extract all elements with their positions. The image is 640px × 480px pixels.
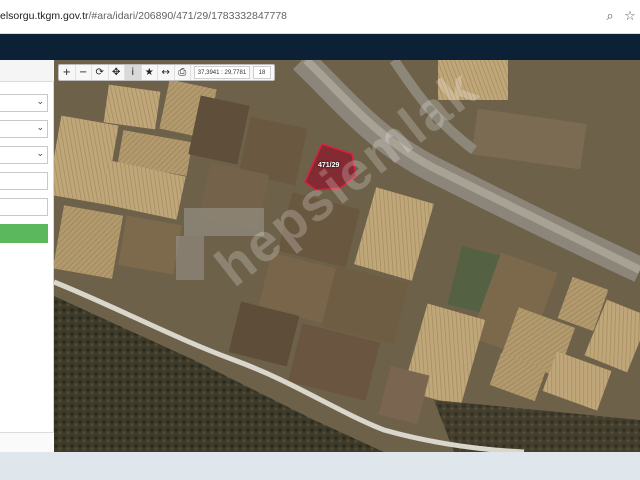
coordinate-readout: 37,3941 : 29,7781 [194,66,250,79]
measure-icon[interactable]: ↔ [158,65,175,80]
chevron-down-icon: ⌄ [36,97,44,107]
query-button[interactable] [0,224,48,243]
zoom-icon[interactable]: ⌕ [602,9,618,25]
query-panel: ⌄ ⌄ ⌄ [0,60,54,452]
parcel-input[interactable] [0,198,48,216]
province-select[interactable]: ⌄ [0,94,48,112]
zoom-out-icon[interactable]: − [76,65,92,80]
block-input[interactable] [0,172,48,190]
star-icon[interactable]: ★ [142,65,158,80]
zoom-in-icon[interactable]: + [59,65,76,80]
bookmark-star-icon[interactable]: ☆ [622,9,638,25]
panel-header [0,60,54,82]
satellite-imagery [54,60,640,452]
chevron-down-icon: ⌄ [36,123,44,133]
taskbar-strip [0,452,640,480]
zoom-level: 18 [253,66,271,79]
app-navbar [0,34,640,60]
chevron-down-icon: ⌄ [36,149,44,159]
map-toolbar: + − ⟳ ✥ i ★ ↔ ⎙ 37,3941 : 29,7781 18 [58,64,275,81]
url-text[interactable]: elsorgu.tkgm.gov.tr/#ara/idari/206890/47… [0,10,287,22]
pan-icon[interactable]: ✥ [109,65,125,80]
refresh-icon[interactable]: ⟳ [92,65,109,80]
print-icon[interactable]: ⎙ [175,65,191,80]
browser-address-bar[interactable]: elsorgu.tkgm.gov.tr/#ara/idari/206890/47… [0,0,640,34]
url-host: elsorgu.tkgm.gov.tr [0,10,89,22]
url-path: /#ara/idari/206890/471/29/1783332847778 [88,10,288,22]
satellite-map[interactable]: hepsiemlak 471/29 + − ⟳ ✥ i ★ ↔ ⎙ 37,394… [54,60,640,452]
info-icon[interactable]: i [125,65,142,80]
neighborhood-select[interactable]: ⌄ [0,146,48,164]
panel-footer [0,432,54,452]
parcel-label: 471/29 [318,162,340,169]
district-select[interactable]: ⌄ [0,120,48,138]
